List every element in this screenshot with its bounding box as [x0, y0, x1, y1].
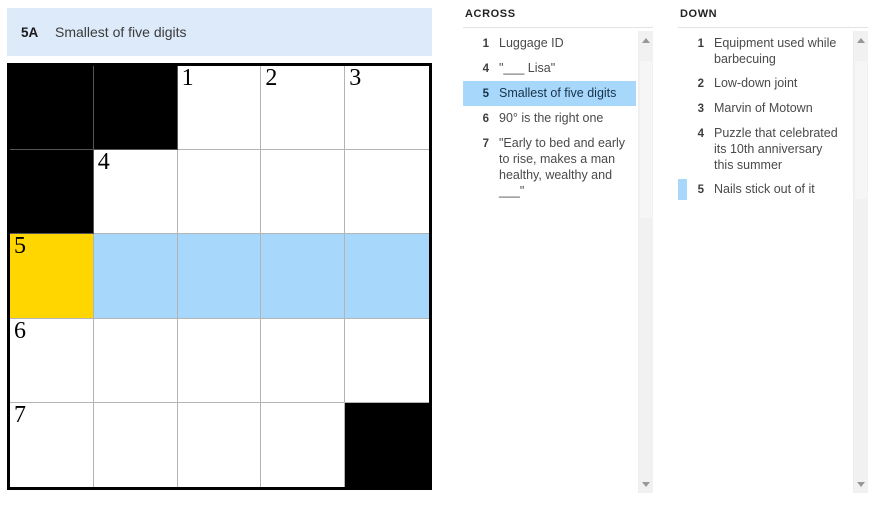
clue-item[interactable]: 3 Marvin of Motown — [678, 96, 851, 121]
clue-number: 7 — [482, 138, 489, 150]
grid-cell[interactable] — [93, 318, 178, 403]
down-scrollbar-thumb[interactable] — [855, 60, 867, 200]
grid-cell[interactable] — [345, 318, 429, 403]
grid-cell[interactable]: 6 — [10, 318, 94, 403]
clue-text: Luggage ID — [499, 36, 564, 50]
clue-number: 5 — [697, 184, 704, 196]
grid-block-cell — [10, 66, 94, 151]
clue-number: 2 — [697, 78, 704, 90]
across-heading: ACROSS — [465, 8, 516, 20]
clue-number: 6 — [482, 113, 489, 125]
grid-cell-number: 5 — [14, 234, 26, 260]
grid-cell[interactable] — [93, 234, 178, 319]
clue-number: 4 — [482, 63, 489, 75]
across-scroll-area: 1 Luggage ID 4 "___ Lisa" 5 Smallest of five … — [463, 31, 653, 493]
clue-item[interactable]: 5 Nails stick out of it — [678, 177, 851, 202]
caret-down-icon[interactable] — [639, 477, 653, 491]
grid-cell[interactable]: 2 — [261, 66, 346, 151]
puzzle-pane: 5A Smallest of five digits 1 2 3 4 5 6 7 — [0, 0, 440, 505]
clue-text: Marvin of Motown — [714, 101, 813, 115]
grid-cell[interactable]: 4 — [93, 150, 178, 235]
down-clue-list[interactable]: 1 Equipment used while barbecuing 2 Low-dow… — [678, 31, 851, 493]
clue-text: Equipment used while barbecuing — [714, 36, 837, 66]
grid-block-cell — [345, 402, 429, 487]
clue-item[interactable]: 4 "___ Lisa" — [463, 56, 636, 81]
grid-cell-number: 6 — [14, 318, 26, 344]
clue-number: 5 — [482, 88, 489, 100]
current-clue-number: 5A — [21, 24, 39, 40]
grid-cell-number: 2 — [265, 66, 278, 91]
clue-number: 1 — [697, 38, 704, 50]
caret-up-icon[interactable] — [854, 33, 868, 47]
across-heading-divider — [463, 27, 653, 28]
clue-text: Nails stick out of it — [714, 182, 815, 196]
across-scrollbar[interactable] — [638, 31, 653, 493]
clue-item[interactable]: 4 Puzzle that celebrated its 10th anniver… — [678, 121, 851, 177]
current-clue-text: Smallest of five digits — [55, 24, 187, 40]
clue-item[interactable]: 1 Equipment used while barbecuing — [678, 31, 851, 71]
clue-number: 4 — [697, 128, 704, 140]
clue-text: Low-down joint — [714, 76, 798, 90]
across-scrollbar-thumb[interactable] — [640, 60, 652, 218]
grid-cell[interactable] — [177, 234, 262, 319]
grid-cell[interactable] — [177, 402, 262, 487]
grid-block-cell — [10, 150, 94, 235]
across-clue-list[interactable]: 1 Luggage ID 4 "___ Lisa" 5 Smallest of five … — [463, 31, 636, 493]
clue-text: "___ Lisa" — [499, 61, 556, 75]
grid-cell-number: 7 — [14, 402, 26, 428]
crossword-grid[interactable]: 1 2 3 4 5 6 7 — [7, 63, 432, 490]
clue-text: Smallest of five digits — [499, 86, 617, 100]
grid-cell[interactable] — [345, 150, 429, 235]
grid-cell[interactable] — [261, 234, 346, 319]
grid-cell-number: 1 — [181, 66, 194, 91]
grid-cell[interactable] — [345, 234, 429, 319]
down-scrollbar[interactable] — [853, 31, 868, 493]
grid-cell[interactable] — [177, 150, 262, 235]
clue-text: "Early to bed and early to rise, makes a… — [499, 136, 626, 198]
grid-cell[interactable]: 1 — [177, 66, 262, 151]
clue-text: Puzzle that celebrated its 10th annivers… — [714, 126, 838, 172]
caret-up-icon[interactable] — [639, 33, 653, 47]
caret-down-icon[interactable] — [854, 477, 868, 491]
grid-block-cell — [93, 66, 178, 151]
down-clue-column: DOWN 1 Equipment used while barbecuing 2 Lo… — [678, 8, 868, 498]
grid-cell[interactable] — [93, 402, 178, 487]
clue-item[interactable]: 7 "Early to bed and early to rise, makes … — [463, 131, 636, 203]
current-clue-banner[interactable]: 5A Smallest of five digits — [7, 8, 432, 56]
clue-item[interactable]: 6 90° is the right one — [463, 106, 636, 131]
down-scroll-area: 1 Equipment used while barbecuing 2 Low-dow… — [678, 31, 868, 493]
clue-number: 3 — [697, 103, 704, 115]
across-clue-column: ACROSS 1 Luggage ID 4 "___ Lisa" 5 Smallest o… — [463, 8, 653, 498]
grid-cell[interactable]: 5 — [10, 234, 94, 319]
grid-cell[interactable] — [177, 318, 262, 403]
clue-item[interactable]: 2 Low-down joint — [678, 71, 851, 96]
grid-cell[interactable] — [261, 318, 346, 403]
grid-cell-number: 4 — [97, 150, 110, 176]
clue-item[interactable]: 5 Smallest of five digits — [463, 81, 636, 106]
grid-cell[interactable]: 3 — [345, 66, 429, 151]
grid-cell[interactable] — [261, 150, 346, 235]
grid-cell-number: 3 — [349, 66, 362, 91]
grid-cell[interactable] — [261, 402, 346, 487]
clue-text: 90° is the right one — [499, 111, 604, 125]
grid-cell[interactable]: 7 — [10, 402, 94, 487]
down-heading-divider — [678, 27, 868, 28]
clue-number: 1 — [482, 38, 489, 50]
down-heading: DOWN — [680, 8, 718, 20]
clue-item[interactable]: 1 Luggage ID — [463, 31, 636, 56]
